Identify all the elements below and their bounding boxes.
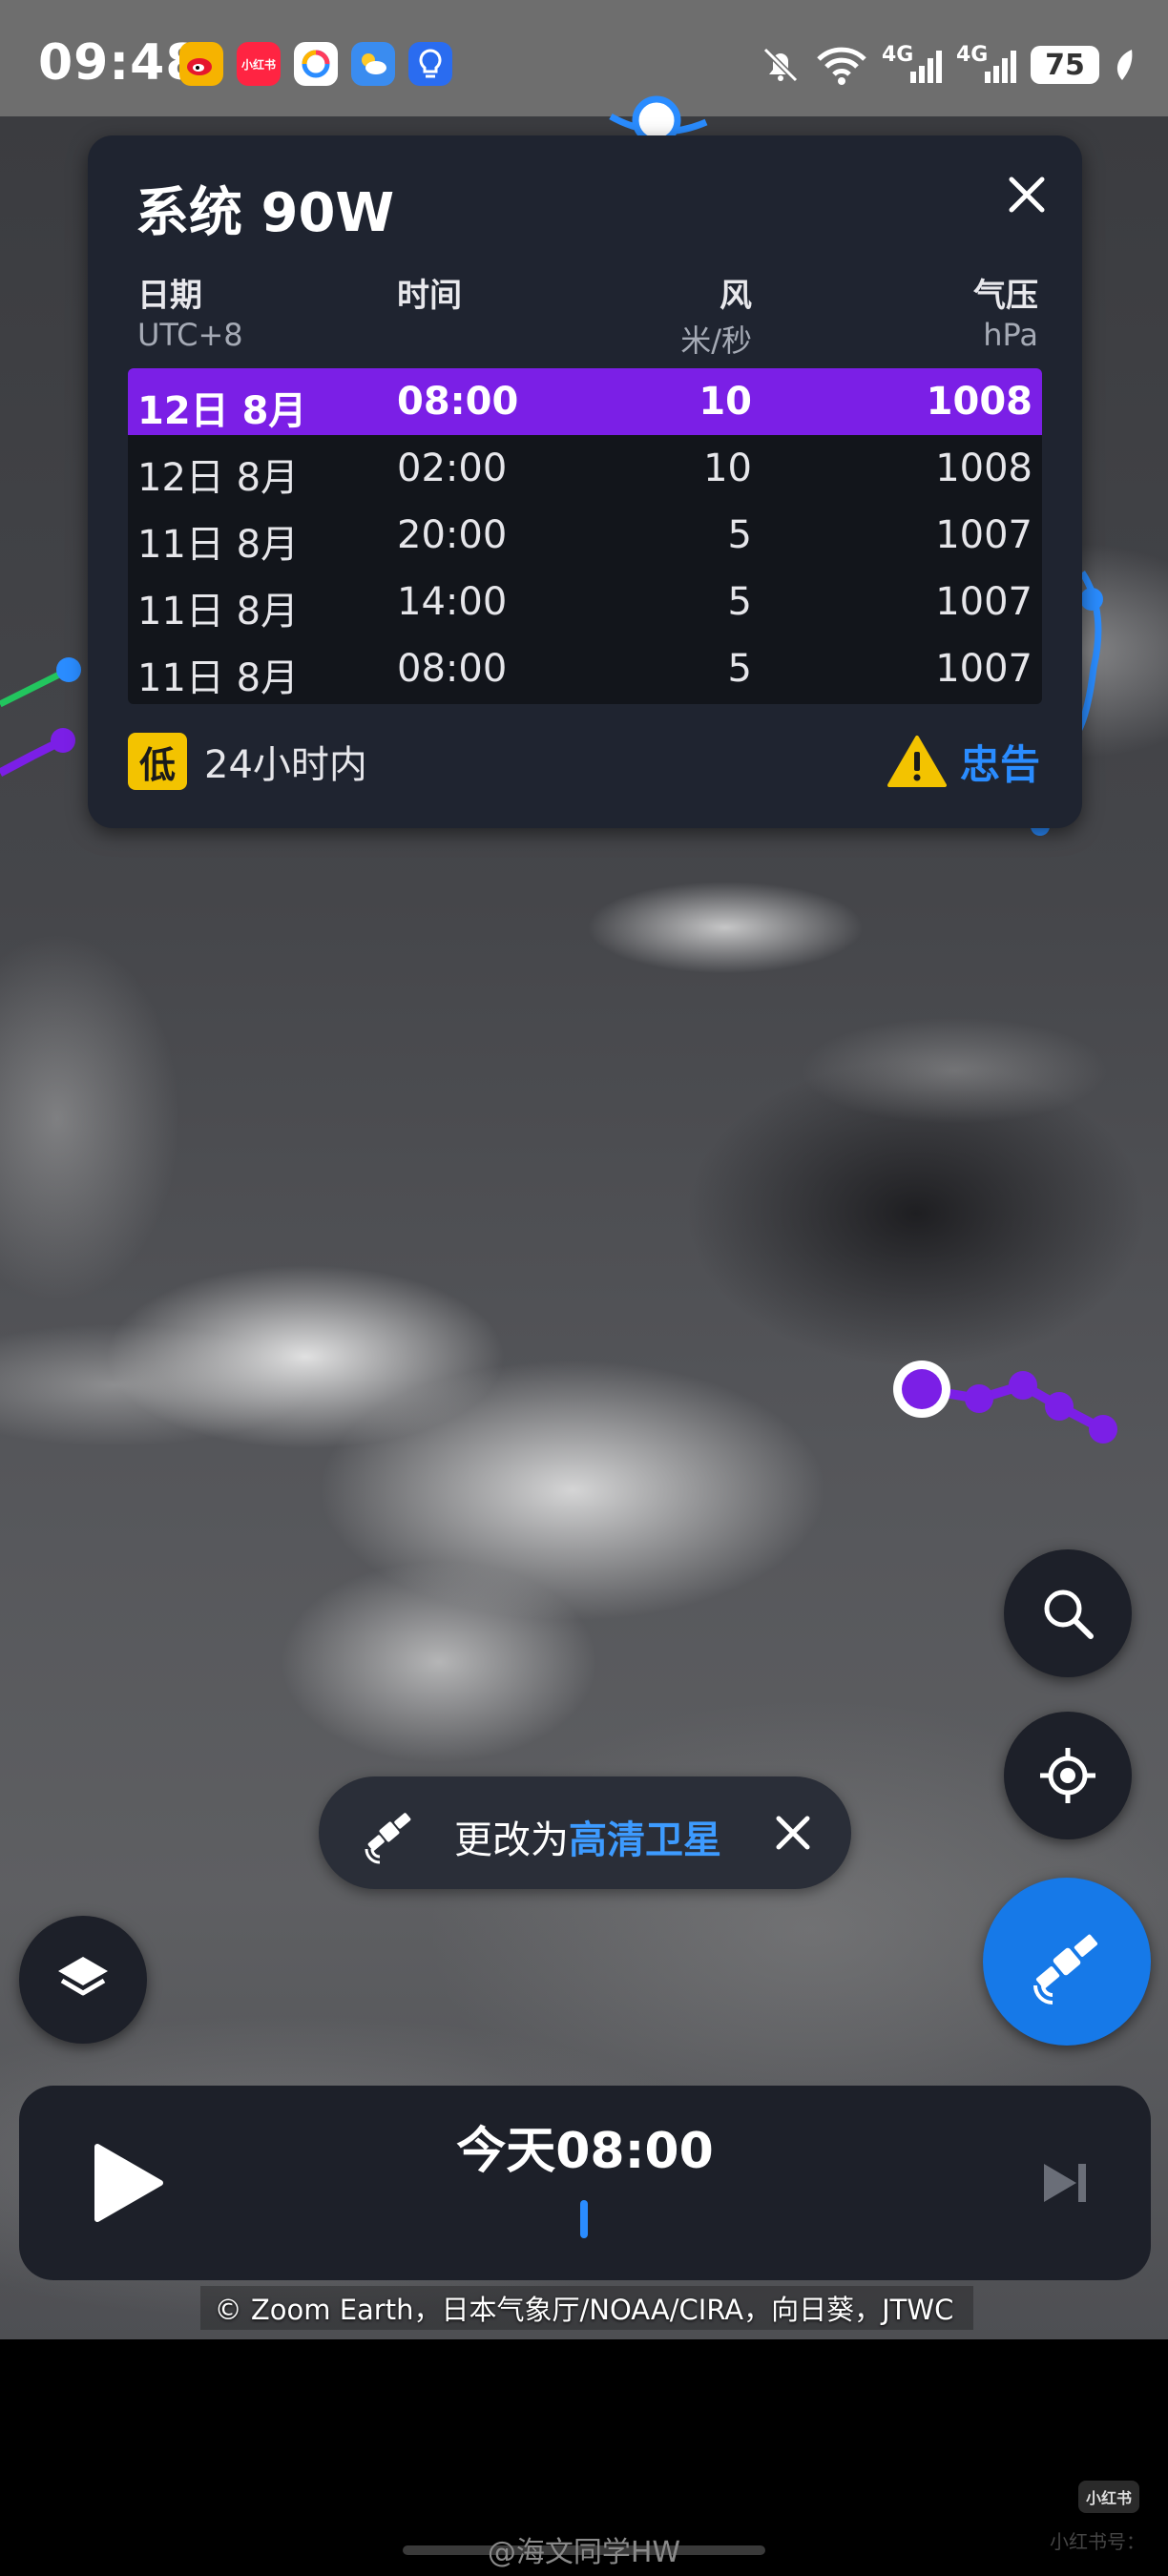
bulb-icon	[408, 42, 452, 86]
satellite-icon	[1033, 1934, 1098, 2005]
map-attribution: © Zoom Earth，日本气象厅/NOAA/CIRA，向日葵，JTWC	[214, 2294, 954, 2326]
row-time: 14:00	[397, 580, 508, 624]
row-wind: 5	[727, 580, 752, 624]
crosshair-icon	[1040, 1748, 1095, 1803]
skip-to-end-icon[interactable]	[1040, 2158, 1090, 2208]
row-wind: 5	[727, 647, 752, 691]
row-wind: 10	[703, 447, 752, 490]
intensity-info: 低 24小时内	[128, 733, 367, 790]
timeline-time-label: 今天08:00	[456, 2123, 714, 2180]
weibo-watermark: @海文同学HW	[487, 2536, 681, 2569]
column-header-time: 时间	[397, 277, 462, 315]
row-pressure: 1008	[926, 380, 1032, 424]
xiaohongshu-logo: 小红书	[1078, 2481, 1139, 2513]
storm-title: 系统 90W	[136, 182, 395, 244]
toast-text: 更改为高清卫星	[454, 1809, 721, 1864]
xiaohongshu-icon: 小红书	[237, 42, 281, 86]
layers-icon	[58, 1957, 108, 1996]
row-date: 12日 8月	[137, 456, 300, 500]
table-row[interactable]: 12日 8月 02:00 10 1008	[128, 435, 1042, 502]
mute-bell-icon	[762, 47, 799, 83]
satellite-icon	[365, 1813, 411, 1864]
intensity-badge: 低	[128, 733, 187, 790]
battery-indicator: 75	[1031, 46, 1099, 84]
hd-satellite-toast[interactable]: 更改为高清卫星	[319, 1776, 851, 1889]
app-icon-ring	[294, 42, 338, 86]
cellular-signal-2: 4G	[956, 43, 1017, 87]
search-icon	[1044, 1589, 1094, 1639]
storm-history-table: 12日 8月 08:00 10 1008 12日 8月 02:00 10 100…	[128, 368, 1042, 704]
column-unit-wind: 米/秒	[680, 322, 752, 359]
search-button[interactable]	[1004, 1549, 1132, 1677]
hd-satellite-link[interactable]: 高清卫星	[569, 1818, 721, 1862]
row-time: 02:00	[397, 447, 508, 490]
row-date: 12日 8月	[137, 389, 307, 433]
timeline-bar: 今天08:00	[19, 2086, 1151, 2280]
table-row[interactable]: 11日 8月 08:00 5 1007	[128, 635, 1042, 702]
row-date: 11日 8月	[137, 656, 300, 700]
satellite-mode-button[interactable]	[983, 1878, 1151, 2046]
status-bar: 09:48 小红书 4G 4G 75	[0, 0, 1168, 116]
wifi-icon	[817, 47, 866, 85]
row-time: 08:00	[397, 380, 519, 424]
leaf-icon	[1116, 50, 1133, 80]
row-date: 11日 8月	[137, 590, 300, 634]
row-pressure: 1007	[935, 647, 1032, 691]
status-time: 09:48	[38, 34, 201, 92]
weather-icon	[351, 42, 395, 86]
close-icon	[1009, 177, 1045, 213]
storm-info-panel: 系统 90W 日期 UTC+8 时间 风 米/秒 气压 hPa 12日 8月 0…	[88, 135, 1082, 828]
my-location-button[interactable]	[1004, 1712, 1132, 1839]
column-header-date: 日期	[137, 277, 202, 315]
layers-button[interactable]	[19, 1916, 147, 2044]
row-wind: 5	[727, 513, 752, 557]
column-unit-pressure: hPa	[983, 317, 1038, 353]
row-pressure: 1007	[935, 580, 1032, 624]
toast-prefix: 更改为	[454, 1818, 569, 1862]
column-header-pressure: 气压	[973, 277, 1038, 315]
status-indicators: 4G 4G 75	[760, 38, 1136, 92]
row-pressure: 1008	[935, 447, 1032, 490]
column-header-wind: 风	[720, 277, 752, 315]
close-panel-button[interactable]	[998, 166, 1055, 223]
close-icon[interactable]	[771, 1811, 815, 1855]
table-row[interactable]: 11日 8月 14:00 5 1007	[128, 569, 1042, 635]
intensity-text: 24小时内	[204, 743, 367, 787]
row-wind: 10	[699, 380, 752, 424]
row-date: 11日 8月	[137, 523, 300, 567]
table-row-selected[interactable]: 12日 8月 08:00 10 1008	[128, 368, 1042, 435]
advisory-label: 忠告	[959, 740, 1040, 788]
table-row[interactable]: 11日 8月 20:00 5 1007	[128, 502, 1042, 569]
cellular-signal-1: 4G	[882, 43, 943, 87]
advisory-button[interactable]: 忠告	[886, 733, 1040, 790]
weibo-icon	[179, 42, 223, 86]
row-pressure: 1007	[935, 513, 1032, 557]
row-time: 20:00	[397, 513, 508, 557]
column-unit-date: UTC+8	[137, 317, 243, 353]
warning-icon	[886, 736, 947, 787]
row-time: 08:00	[397, 647, 508, 691]
timeline-scrubber[interactable]	[580, 2200, 588, 2238]
